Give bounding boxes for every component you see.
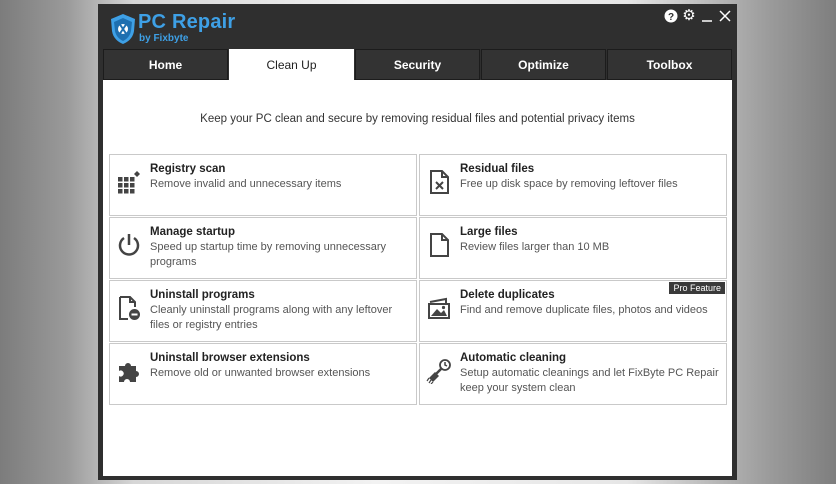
- card-description: Setup automatic cleanings and let FixByt…: [460, 367, 719, 394]
- card-delete-duplicates[interactable]: Pro Feature Delete duplicates Find and r…: [419, 280, 727, 342]
- card-manage-startup[interactable]: Manage startup Speed up startup time by …: [109, 217, 417, 279]
- minimize-icon: [702, 20, 712, 22]
- power-icon: [118, 234, 140, 256]
- card-description: Free up disk space by removing leftover …: [460, 178, 678, 190]
- close-icon: [719, 10, 731, 22]
- file-icon: [430, 233, 449, 257]
- tab-security[interactable]: Security: [355, 49, 480, 80]
- card-title: Automatic cleaning: [460, 352, 567, 364]
- registry-grid-icon: [118, 171, 140, 194]
- clean-up-panel: Keep your PC clean and secure by removin…: [103, 80, 732, 476]
- app-window: PC Repair by Fixbyte ? ⚙ Home Clean Up S…: [98, 4, 737, 480]
- close-button[interactable]: [717, 8, 733, 24]
- page-tagline: Keep your PC clean and secure by removin…: [200, 113, 635, 125]
- app-subtitle: by Fixbyte: [139, 33, 189, 44]
- card-automatic-cleaning[interactable]: Automatic cleaning Setup automatic clean…: [419, 343, 727, 405]
- card-title: Residual files: [460, 163, 535, 175]
- main-tabs: Home Clean Up Security Optimize Toolbox: [103, 49, 732, 80]
- settings-button[interactable]: ⚙: [681, 8, 697, 24]
- duplicate-photo-icon: [428, 297, 450, 319]
- card-registry-scan[interactable]: Registry scan Remove invalid and unneces…: [109, 154, 417, 216]
- broom-clock-icon: [426, 359, 451, 384]
- card-description: Find and remove duplicate files, photos …: [460, 304, 708, 316]
- svg-text:?: ?: [668, 12, 674, 23]
- card-description: Remove invalid and unnecessary items: [150, 178, 342, 190]
- card-large-files[interactable]: Large files Review files larger than 10 …: [419, 217, 727, 279]
- help-icon: ?: [664, 9, 678, 23]
- gear-icon: ⚙: [682, 7, 696, 24]
- minimize-button[interactable]: [699, 8, 715, 24]
- card-title: Uninstall programs: [150, 289, 255, 301]
- card-title: Large files: [460, 226, 518, 238]
- card-description: Speed up startup time by removing unnece…: [150, 241, 387, 268]
- card-description: Remove old or unwanted browser extension…: [150, 367, 371, 379]
- tab-toolbox[interactable]: Toolbox: [607, 49, 732, 80]
- tab-home[interactable]: Home: [103, 49, 228, 80]
- title-bar: PC Repair by Fixbyte ? ⚙: [98, 4, 737, 50]
- card-residual-files[interactable]: Residual files Free up disk space by rem…: [419, 154, 727, 216]
- app-title: PC Repair: [138, 11, 236, 33]
- file-minus-icon: [119, 296, 140, 320]
- card-title: Manage startup: [150, 226, 235, 238]
- puzzle-icon: [119, 363, 139, 382]
- tab-clean-up[interactable]: Clean Up: [229, 49, 354, 80]
- pro-feature-badge: Pro Feature: [669, 282, 725, 294]
- card-title: Registry scan: [150, 163, 226, 175]
- file-x-icon: [430, 170, 449, 194]
- card-description: Review files larger than 10 MB: [460, 241, 610, 253]
- card-uninstall-programs[interactable]: Uninstall programs Cleanly uninstall pro…: [109, 280, 417, 342]
- card-title: Delete duplicates: [460, 289, 555, 301]
- card-description: Cleanly uninstall programs along with an…: [150, 304, 393, 331]
- card-title: Uninstall browser extensions: [150, 352, 310, 364]
- tab-optimize[interactable]: Optimize: [481, 49, 606, 80]
- card-uninstall-browser-extensions[interactable]: Uninstall browser extensions Remove old …: [109, 343, 417, 405]
- shield-logo-icon: [111, 14, 135, 44]
- help-button[interactable]: ?: [663, 8, 679, 24]
- window-controls: ? ⚙: [663, 7, 733, 25]
